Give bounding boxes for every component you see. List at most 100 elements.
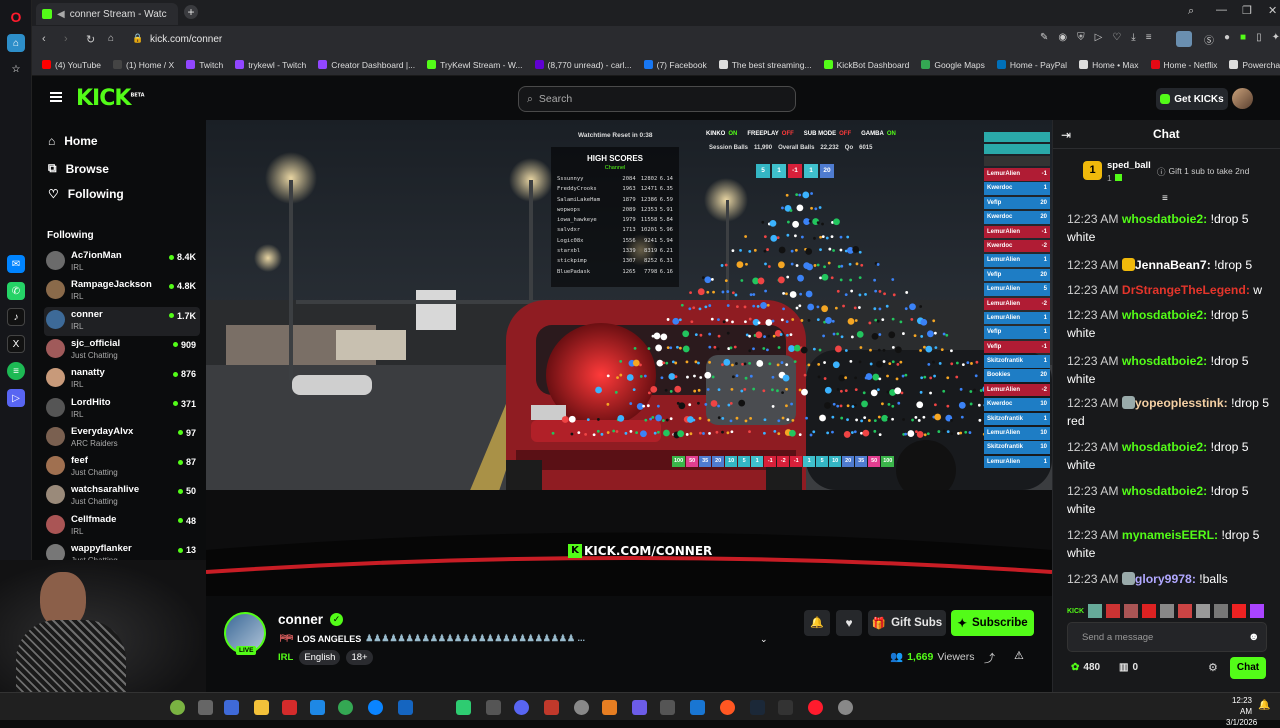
shield-icon[interactable]: ⛨ bbox=[1077, 32, 1085, 43]
extension-kick-icon[interactable]: ■ bbox=[1240, 32, 1246, 47]
nav-browse[interactable]: ⧉ Browse bbox=[48, 161, 109, 176]
gift-subs-button[interactable]: 🎁 Gift Subs bbox=[868, 610, 946, 636]
download-icon[interactable]: ⤓ bbox=[1131, 32, 1135, 43]
star-icon[interactable]: ☆ bbox=[7, 60, 25, 78]
kick-logo[interactable]: KICKBETA bbox=[76, 86, 145, 111]
x-icon[interactable]: X bbox=[7, 335, 25, 353]
emote-10-icon[interactable] bbox=[1250, 604, 1265, 618]
player-icon[interactable]: ▷ bbox=[7, 389, 25, 407]
following-item[interactable]: watchsarahlive Just Chatting 50 bbox=[44, 482, 200, 511]
close-window-button[interactable]: ✕ bbox=[1268, 4, 1277, 17]
steam-icon[interactable] bbox=[750, 700, 765, 715]
app-icon-15[interactable] bbox=[838, 700, 853, 715]
chrome-icon[interactable] bbox=[338, 700, 353, 715]
app-icon-7[interactable] bbox=[486, 700, 501, 715]
messenger-icon[interactable]: ✉ bbox=[7, 255, 25, 273]
emote-7-icon[interactable] bbox=[1196, 604, 1211, 618]
streamer-name[interactable]: conner bbox=[278, 612, 323, 627]
following-item[interactable]: LordHito IRL 371 bbox=[44, 395, 200, 424]
discord-icon[interactable] bbox=[514, 700, 529, 715]
bookmark-item[interactable]: (7) Facebook bbox=[643, 60, 707, 70]
following-item[interactable]: Ac7ionMan IRL 8.4K bbox=[44, 248, 200, 277]
chat-send-button[interactable]: Chat bbox=[1230, 657, 1266, 679]
maximize-button[interactable]: ❐ bbox=[1242, 4, 1252, 17]
file-explorer-icon[interactable] bbox=[254, 700, 269, 715]
collapse-chat-icon[interactable]: ⇥ bbox=[1061, 128, 1071, 142]
message-username[interactable]: JennaBean7 bbox=[1135, 258, 1207, 272]
following-item[interactable]: Cellfmade IRL 48 bbox=[44, 512, 200, 541]
bookmark-item[interactable]: Twitch bbox=[186, 60, 223, 70]
extension-s-icon[interactable]: Ⓢ bbox=[1204, 32, 1214, 47]
emote-2-icon[interactable] bbox=[1106, 604, 1121, 618]
message-username[interactable]: glory9978 bbox=[1135, 572, 1192, 586]
emoji-icon[interactable]: ☻ bbox=[1248, 631, 1260, 643]
stream-tag[interactable]: English bbox=[299, 650, 341, 665]
message-username[interactable]: whosdatboie2 bbox=[1122, 212, 1203, 226]
clock[interactable]: 12:23 AM 3/1/2026 bbox=[1226, 695, 1257, 728]
nav-following[interactable]: ♡ Following bbox=[48, 187, 124, 201]
url-field[interactable]: kick.com/conner bbox=[150, 34, 222, 45]
chat-settings-icon[interactable]: ⚙ bbox=[1208, 661, 1218, 674]
app-icon-6[interactable] bbox=[456, 700, 471, 715]
camera-icon[interactable]: ◉ bbox=[1058, 32, 1067, 43]
emote-4-icon[interactable] bbox=[1142, 604, 1157, 618]
app-icon-5[interactable] bbox=[398, 700, 413, 715]
share-icon[interactable]: ⤴ bbox=[984, 650, 995, 666]
bookmark-item[interactable]: The best streaming... bbox=[718, 60, 812, 70]
app-icon-1[interactable] bbox=[170, 700, 185, 715]
following-item[interactable]: RampageJackson IRL 4.8K bbox=[44, 277, 200, 306]
app-icon-13[interactable] bbox=[690, 700, 705, 715]
message-username[interactable]: whosdatboie2 bbox=[1122, 484, 1203, 498]
bookmark-item[interactable]: (8,770 unread) - carl... bbox=[534, 60, 632, 70]
forward-icon[interactable]: › bbox=[64, 33, 68, 45]
store-counter[interactable]: ▥ 0 bbox=[1119, 662, 1138, 673]
menu-icon[interactable]: ≡ bbox=[1146, 32, 1152, 43]
stream-tag[interactable]: 18+ bbox=[346, 650, 373, 665]
hamburger-menu-icon[interactable] bbox=[50, 92, 62, 102]
epic-games-icon[interactable] bbox=[778, 700, 793, 715]
following-item[interactable]: feef Just Chatting 87 bbox=[44, 453, 200, 482]
bookmark-item[interactable]: Home • Max bbox=[1079, 60, 1139, 70]
following-item[interactable]: EverydayAlvx ARC Raiders 97 bbox=[44, 424, 200, 453]
search-input[interactable]: ⌕ Search bbox=[518, 86, 796, 112]
user-avatar[interactable] bbox=[1232, 88, 1253, 109]
edge-icon[interactable] bbox=[368, 700, 383, 715]
notification-bell-button[interactable]: 🔔 bbox=[804, 610, 830, 636]
extension-vpn-icon[interactable]: ● bbox=[1224, 32, 1230, 47]
message-username[interactable]: mynameisEERL bbox=[1122, 528, 1214, 542]
tiktok-icon[interactable]: ♪ bbox=[7, 308, 25, 326]
bookmark-item[interactable]: (1) Home / X bbox=[113, 60, 174, 70]
profile-avatar[interactable] bbox=[1176, 31, 1192, 47]
bookmark-item[interactable]: Home - PayPal bbox=[996, 60, 1067, 70]
sidebar-toggle-icon[interactable]: ▯ bbox=[1256, 32, 1262, 47]
bookmark-item[interactable]: Google Maps bbox=[921, 60, 985, 70]
bookmark-item[interactable]: (4) YouTube bbox=[42, 60, 101, 70]
ai-button[interactable]: ✦AI bbox=[1272, 32, 1280, 47]
emote-9-icon[interactable] bbox=[1232, 604, 1247, 618]
spotify-icon[interactable]: ≡ bbox=[7, 362, 25, 380]
pinned-user[interactable]: sped_ball bbox=[1107, 160, 1151, 171]
following-item[interactable]: nanatty IRL 876 bbox=[44, 365, 200, 394]
reload-icon[interactable]: ↻ bbox=[86, 33, 95, 46]
app-icon-4[interactable] bbox=[310, 700, 325, 715]
app-icon-2[interactable] bbox=[198, 700, 213, 715]
bookmark-item[interactable]: Home - Netflix bbox=[1150, 60, 1217, 70]
expand-title-icon[interactable]: ⌄ bbox=[760, 634, 768, 645]
heart-icon[interactable]: ♡ bbox=[1112, 32, 1121, 43]
following-item[interactable]: conner IRL 1.7K bbox=[44, 306, 200, 336]
pdf-icon[interactable] bbox=[282, 700, 297, 715]
home-icon[interactable]: ⌂ bbox=[7, 34, 25, 52]
following-item[interactable]: sjc_official Just Chatting 909 bbox=[44, 336, 200, 365]
bookmark-item[interactable]: KickBot Dashboard bbox=[823, 60, 909, 70]
edit-icon[interactable]: ✎ bbox=[1040, 32, 1048, 43]
back-icon[interactable]: ‹ bbox=[42, 33, 46, 45]
app-icon-10[interactable] bbox=[602, 700, 617, 715]
play-icon[interactable]: ▷ bbox=[1095, 32, 1103, 43]
report-icon[interactable]: ⚠ bbox=[1014, 649, 1024, 662]
expand-pinned-icon[interactable]: ≡ bbox=[1162, 193, 1168, 204]
get-kicks-button[interactable]: Get KICKs bbox=[1156, 88, 1228, 110]
tab-active[interactable]: ◀ conner Stream - Watc bbox=[36, 3, 178, 25]
app-icon-8[interactable] bbox=[544, 700, 559, 715]
emote-8-icon[interactable] bbox=[1214, 604, 1229, 618]
app-icon-9[interactable] bbox=[574, 700, 589, 715]
